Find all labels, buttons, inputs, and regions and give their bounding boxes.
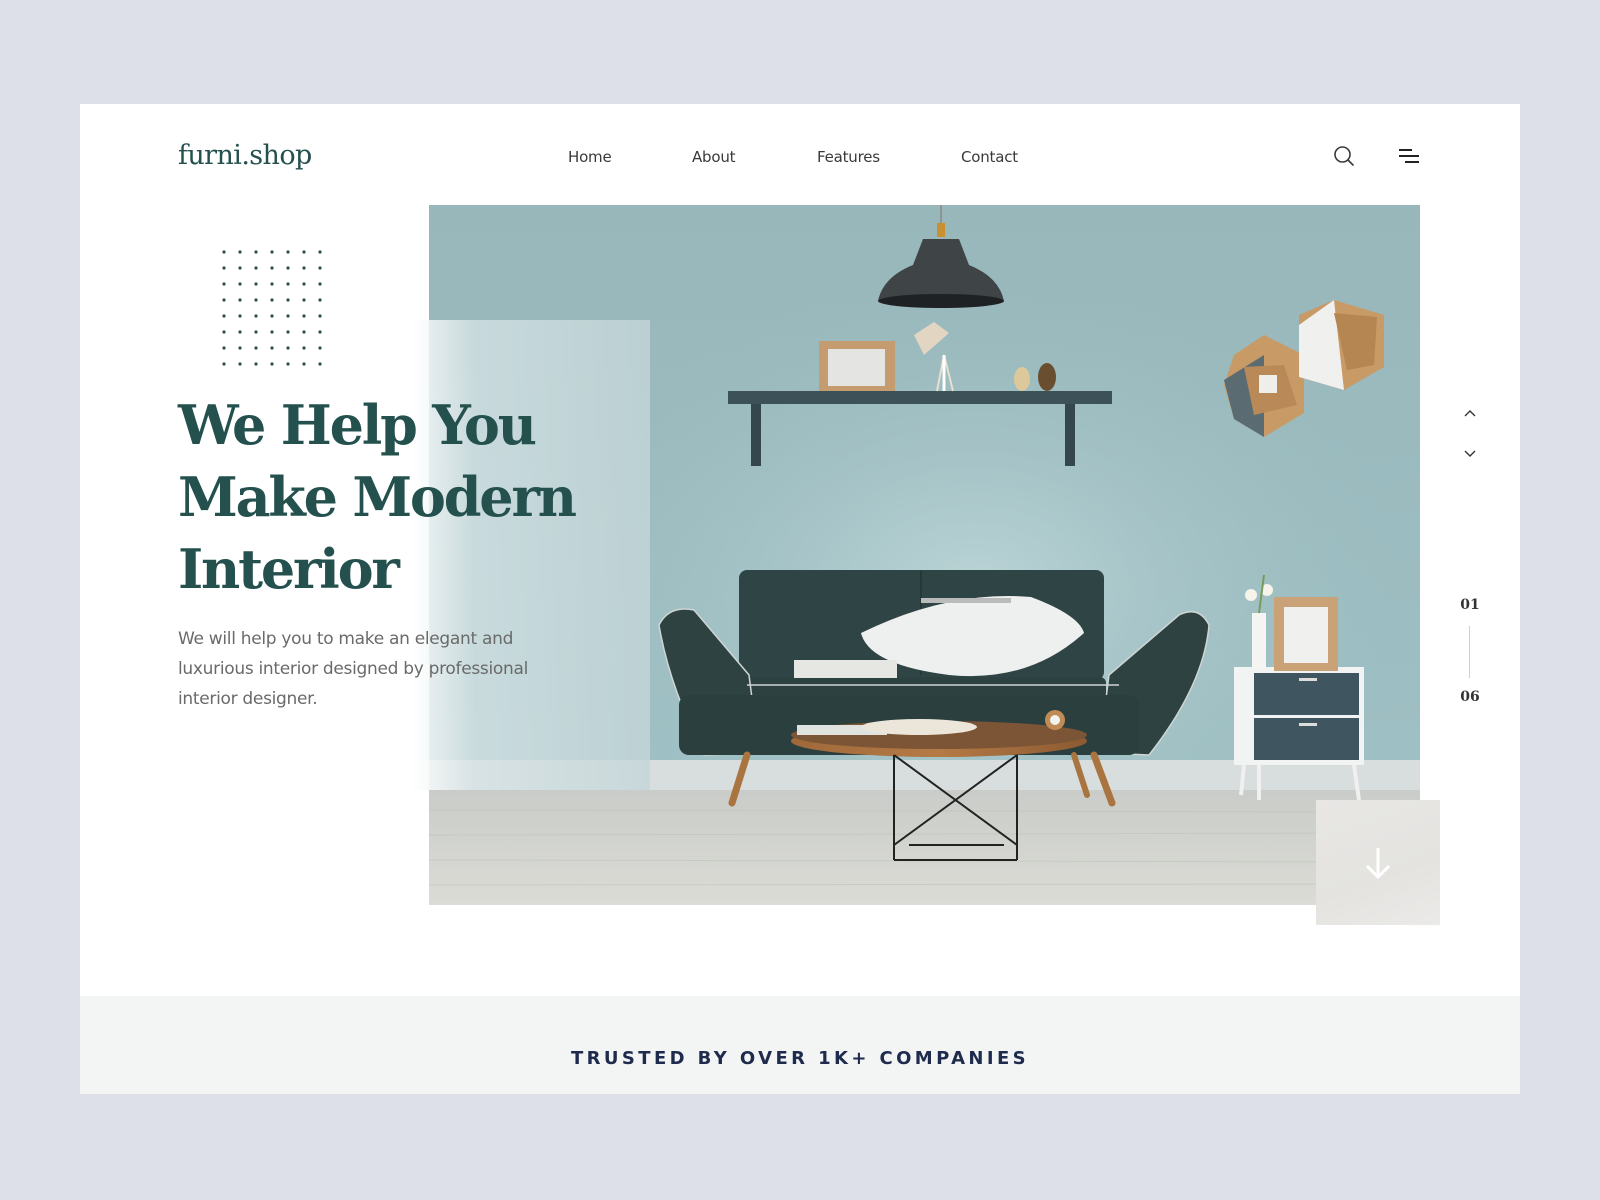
headline-line-1: We Help You [178,393,537,457]
logo[interactable]: furni.shop [178,140,312,171]
trusted-by-text: TRUSTED BY OVER 1K+ COMPANIES [570,1048,1030,1069]
menu-button[interactable] [1394,142,1422,170]
headline-line-3: Interior [178,537,400,601]
nav-features[interactable]: Features [817,148,880,166]
hero-description: We will help you to make an elegant and … [178,629,529,709]
slide-current-number: 01 [1460,597,1480,613]
scroll-down-button[interactable] [1316,800,1440,925]
nav-about[interactable]: About [692,148,736,166]
slide-next-button[interactable] [1460,443,1480,463]
search-button[interactable] [1330,142,1358,170]
hamburger-menu-icon [1399,149,1419,163]
trusted-by-section: TRUSTED BY OVER 1K+ COMPANIES [80,996,1520,1094]
arrow-down-icon [1365,847,1391,879]
decorative-dot-grid [216,244,328,372]
landing-page-card: furni.shop Home About Features Contact W… [80,104,1520,1094]
chevron-down-icon [1464,450,1476,457]
slide-progress-line [1469,626,1470,678]
chevron-up-icon [1464,410,1476,417]
nav-home[interactable]: Home [568,148,612,166]
slide-total-number: 06 [1460,689,1480,705]
slide-prev-button[interactable] [1460,404,1480,424]
search-icon [1334,146,1354,166]
headline-line-2: Make Modern [178,465,577,529]
hero-headline: We Help You Make Modern Interior [178,389,618,605]
nav-contact[interactable]: Contact [961,148,1018,166]
